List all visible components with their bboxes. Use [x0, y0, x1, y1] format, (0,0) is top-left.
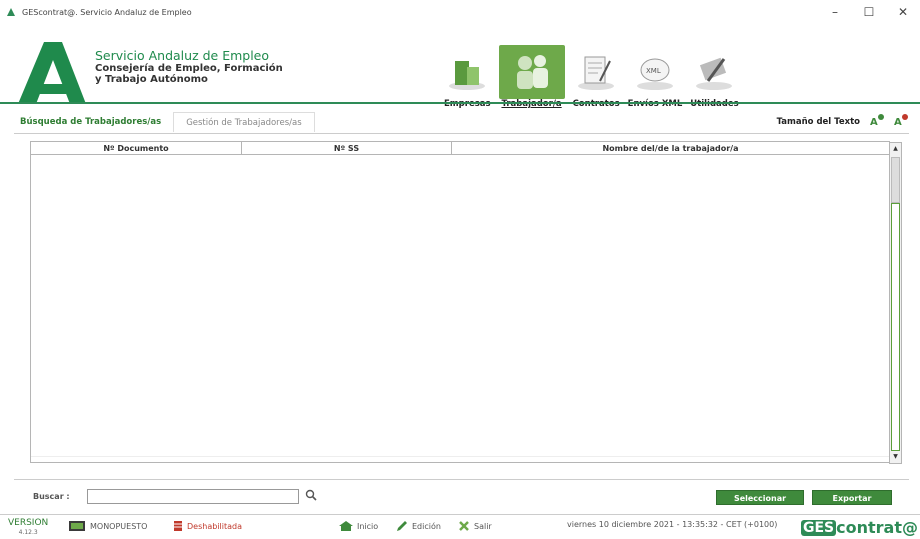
nav-label: Empresas: [444, 99, 491, 109]
text-size-increase-button[interactable]: A: [870, 114, 884, 129]
col-documento[interactable]: Nº Documento: [31, 142, 242, 154]
select-button[interactable]: Seleccionar: [716, 490, 804, 505]
table-body[interactable]: [31, 155, 889, 462]
table-header: Nº Documento Nº SS Nombre del/de la trab…: [31, 142, 889, 155]
app-icon: [7, 8, 15, 16]
table-footer-row: [31, 456, 889, 462]
tab-bar: Búsqueda de Trabajadores/as Gestión de T…: [14, 112, 315, 132]
app-header: Servicio Andaluz de Empleo Consejería de…: [0, 24, 920, 109]
font-decrease-icon: A: [894, 114, 908, 128]
search-bar: Buscar : Seleccionar Exportar: [0, 486, 920, 508]
tab-gestion[interactable]: Gestión de Trabajadores/as: [173, 112, 315, 132]
scroll-up-icon[interactable]: ▲: [890, 143, 901, 155]
text-size-control: Tamaño del Texto A A: [777, 114, 908, 129]
home-button[interactable]: Inicio: [338, 520, 378, 532]
scroll-track[interactable]: [891, 203, 900, 451]
tab-busqueda[interactable]: Búsqueda de Trabajadores/as: [14, 112, 174, 132]
db-state-indicator: Deshabilitada: [173, 520, 242, 532]
mode-indicator: MONOPUESTO: [68, 520, 147, 532]
organization-name: Servicio Andaluz de Empleo Consejería de…: [95, 48, 283, 86]
db-state-label: Deshabilitada: [187, 521, 242, 531]
text-size-label: Tamaño del Texto: [776, 116, 860, 127]
font-increase-icon: A: [870, 114, 884, 128]
close-button[interactable]: ✕: [886, 0, 920, 24]
org-line-1: Servicio Andaluz de Empleo: [95, 48, 270, 63]
edit-button[interactable]: Edición: [395, 520, 441, 532]
search-input[interactable]: [87, 489, 299, 504]
svg-text:A: A: [870, 117, 878, 126]
database-icon: [174, 521, 182, 531]
monitor-icon: [69, 521, 85, 531]
exit-label: Salir: [474, 521, 492, 531]
text-size-decrease-button[interactable]: A: [894, 114, 908, 129]
nav-utilidades[interactable]: Utilidades: [686, 34, 742, 109]
scroll-down-icon[interactable]: ▼: [890, 451, 901, 463]
pencil-icon: [397, 521, 407, 531]
window-controls: – ☐ ✕: [818, 0, 920, 24]
nav-empresas[interactable]: Empresas: [440, 34, 495, 109]
datetime: viernes 10 diciembre 2021 - 13:35:32 - C…: [567, 520, 778, 529]
header-divider: [0, 102, 920, 104]
contract-icon: [574, 51, 618, 93]
nav-trabajador[interactable]: Trabajador/a: [495, 34, 569, 109]
version-label: VERSION: [8, 518, 49, 528]
tools-icon: [692, 51, 736, 93]
search-label: Buscar :: [33, 492, 70, 501]
scroll-thumb[interactable]: [891, 157, 900, 203]
nav-label: Utilidades: [690, 99, 739, 109]
gescontrat-logo: GES contrat@: [801, 518, 918, 537]
org-line-2: Consejería de Empleo, Formación: [95, 63, 283, 74]
home-label: Inicio: [357, 521, 379, 531]
exit-button[interactable]: Salir: [458, 520, 492, 532]
brand-prefix: GES: [801, 519, 837, 536]
svg-text:A: A: [894, 117, 902, 126]
nav-contratos[interactable]: Contratos: [569, 34, 624, 109]
tab-divider: [14, 133, 909, 134]
version-number: 4.12.3: [18, 529, 38, 536]
minimize-button[interactable]: –: [818, 0, 852, 24]
workers-table: Nº Documento Nº SS Nombre del/de la trab…: [30, 141, 902, 464]
exit-icon: [459, 521, 469, 531]
edit-label: Edición: [412, 521, 441, 531]
main-nav: Empresas Trabajador/a Contratos XML Enví…: [440, 34, 743, 109]
export-button[interactable]: Exportar: [812, 490, 892, 505]
nav-label: Envíos XML: [627, 99, 683, 109]
nav-envios-xml[interactable]: XML Envíos XML: [624, 34, 687, 109]
maximize-button[interactable]: ☐: [852, 0, 886, 24]
bottom-divider: [14, 479, 909, 480]
mode-label: MONOPUESTO: [90, 521, 148, 531]
version-info: VERSION 4.12.3: [8, 519, 48, 537]
window-titlebar: GEScontrat@. Servicio Andaluz de Empleo …: [0, 0, 920, 24]
window-title: GEScontrat@. Servicio Andaluz de Empleo: [22, 7, 192, 17]
table-scrollbar[interactable]: ▲ ▼: [889, 142, 902, 464]
col-nss[interactable]: Nº SS: [242, 142, 452, 154]
search-icon[interactable]: [305, 489, 317, 501]
xml-file-icon: XML: [633, 51, 677, 93]
org-line-3: y Trabajo Autónomo: [95, 74, 208, 85]
nav-label: Trabajador/a: [501, 99, 562, 109]
status-bar: VERSION 4.12.3 MONOPUESTO Deshabilitada …: [0, 514, 920, 539]
junta-andalucia-logo: [18, 42, 86, 104]
brand-suffix: contrat@: [836, 518, 918, 537]
col-nombre[interactable]: Nombre del/de la trabajador/a: [452, 142, 889, 154]
svg-text:XML: XML: [646, 67, 661, 75]
workers-icon: [498, 45, 565, 99]
nav-label: Contratos: [572, 99, 620, 109]
building-icon: [445, 51, 489, 93]
home-icon: [339, 521, 353, 531]
